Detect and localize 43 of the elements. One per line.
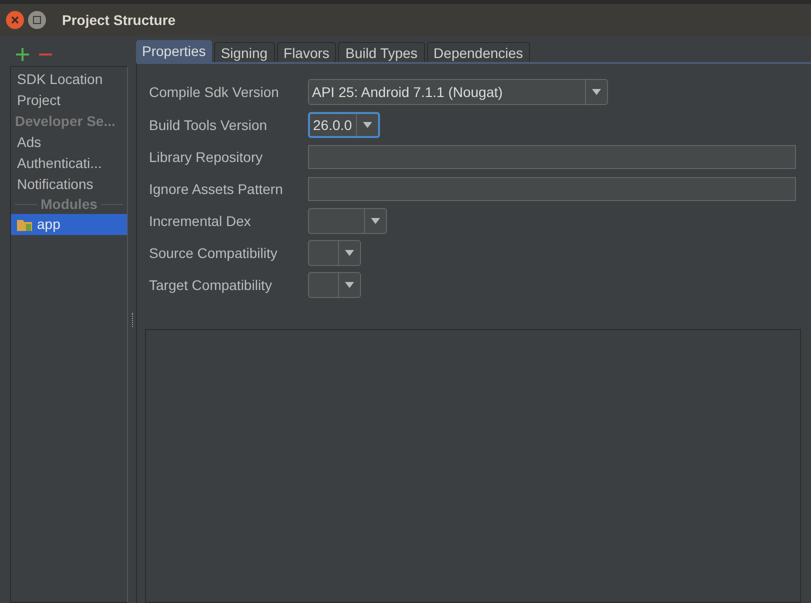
sidebar-item[interactable]: Notifications [11, 174, 127, 195]
dropdown-field[interactable]: 26.0.0 [308, 112, 380, 138]
tab[interactable]: Build Types [338, 42, 425, 62]
caret-icon [363, 122, 372, 128]
field-label: Target Compatibility [149, 276, 273, 295]
caret-icon [345, 282, 354, 288]
field-label: Incremental Dex [149, 212, 252, 230]
input-field[interactable] [308, 177, 796, 201]
sidebar-item[interactable]: Project [11, 90, 127, 111]
field-label: Library Repository [149, 148, 264, 167]
splitter-handle[interactable] [132, 312, 134, 326]
tab[interactable]: Properties [136, 40, 212, 62]
remove-icon[interactable] [39, 52, 52, 56]
section-header: Modules [40, 195, 98, 214]
caret-icon [371, 218, 380, 224]
dropdown-field[interactable] [308, 208, 387, 234]
field-label: Source Compatibility [149, 244, 278, 263]
tab[interactable]: Dependencies [426, 42, 530, 62]
field-label: Ignore Assets Pattern [149, 180, 284, 199]
dropdown-value: 26.0.0 [313, 116, 352, 134]
close-button[interactable] [6, 11, 24, 29]
sidebar-item[interactable]: Ads [11, 132, 127, 153]
dropdown-field[interactable]: API 25: Android 7.1.1 (Nougat) [308, 79, 608, 105]
dropdown-value: API 25: Android 7.1.1 (Nougat) [312, 82, 503, 102]
tab[interactable]: Signing [214, 42, 275, 62]
add-icon[interactable] [16, 48, 29, 60]
window-title: Project Structure [62, 10, 176, 30]
dropdown-field[interactable] [308, 240, 361, 266]
dropdown-field[interactable] [308, 272, 361, 298]
field-label: Compile Sdk Version [149, 82, 280, 102]
maximize-icon [33, 16, 41, 24]
folder-icon [17, 218, 33, 232]
sidebar-item[interactable]: SDK Location [11, 69, 127, 90]
sidebar-item[interactable]: Authenticati... [11, 153, 127, 174]
caret-icon [345, 250, 354, 256]
close-icon [11, 16, 19, 24]
field-label: Build Tools Version [149, 116, 268, 134]
sidebar-header: Developer Se... [14, 112, 116, 131]
input-field[interactable] [308, 145, 796, 169]
caret-icon [592, 89, 601, 95]
tab[interactable]: Flavors [276, 42, 336, 62]
maximize-button[interactable] [28, 11, 46, 29]
sidebar-item[interactable]: app [11, 214, 127, 235]
